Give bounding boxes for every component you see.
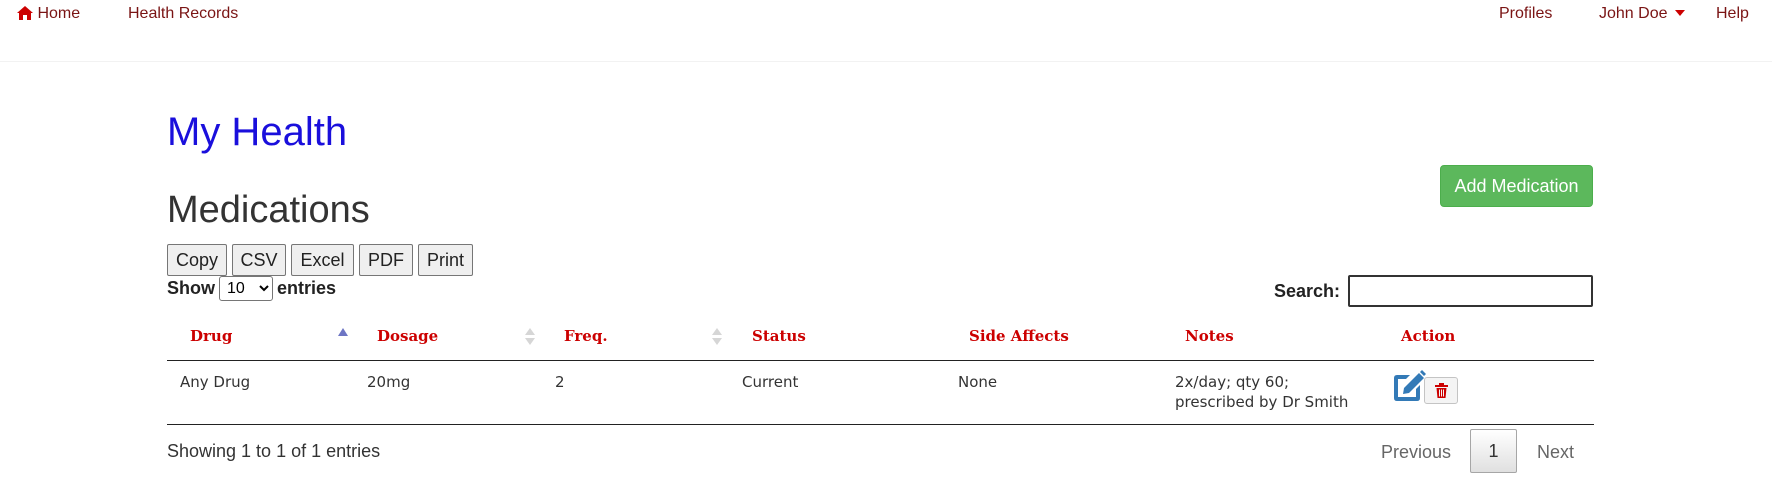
home-icon (17, 6, 33, 20)
excel-button[interactable]: Excel (291, 244, 354, 276)
add-medication-button[interactable]: Add Medication (1440, 165, 1593, 207)
column-header-action: Action (1401, 327, 1456, 345)
column-header-freq[interactable]: Freq. (564, 326, 608, 346)
search-input[interactable] (1348, 275, 1593, 307)
cell-freq: 2 (555, 373, 565, 391)
nav-home-link[interactable]: Home (17, 4, 80, 24)
table-bottom-divider (167, 424, 1594, 425)
copy-button[interactable]: Copy (167, 244, 227, 276)
nav-help-link[interactable]: Help (1716, 4, 1749, 24)
column-header-drug[interactable]: Drug (190, 326, 232, 346)
sort-both-icon[interactable] (525, 328, 535, 346)
cell-drug: Any Drug (180, 373, 251, 391)
page-title: My Health (167, 110, 348, 154)
sort-ascending-icon[interactable] (338, 328, 348, 336)
entries-per-page-select[interactable]: 10 (219, 276, 273, 301)
sort-both-icon[interactable] (712, 328, 722, 346)
cell-side-affects: None (958, 373, 998, 391)
pagination-previous[interactable]: Previous (1381, 441, 1451, 463)
cell-notes-line1: 2x/day; qty 60; (1175, 373, 1290, 391)
caret-down-icon (1674, 10, 1685, 16)
table-header-divider (167, 360, 1594, 361)
section-title: Medications (167, 189, 370, 231)
cell-dosage: 20mg (367, 373, 411, 391)
column-header-dosage[interactable]: Dosage (377, 326, 438, 346)
pagination-next[interactable]: Next (1537, 441, 1574, 463)
top-navbar: Home Health Records Profiles John Doe He… (0, 0, 1772, 62)
trash-icon (1435, 383, 1448, 398)
cell-status: Current (742, 373, 799, 391)
show-label: Show (167, 278, 215, 298)
column-header-notes[interactable]: Notes (1185, 326, 1234, 346)
pdf-button[interactable]: PDF (359, 244, 413, 276)
edit-button[interactable] (1390, 370, 1426, 404)
pagination-page-1[interactable]: 1 (1470, 429, 1517, 473)
user-menu-dropdown[interactable]: John Doe (1599, 4, 1685, 24)
user-name: John Doe (1599, 5, 1668, 22)
nav-profiles-link[interactable]: Profiles (1499, 4, 1552, 24)
column-header-status[interactable]: Status (752, 326, 806, 346)
cell-notes-line2: prescribed by Dr Smith (1175, 393, 1349, 411)
delete-button[interactable] (1424, 377, 1458, 404)
edit-icon (1394, 370, 1426, 401)
column-header-side-affects[interactable]: Side Affects (969, 326, 1069, 346)
entries-label: entries (277, 278, 337, 298)
print-button[interactable]: Print (418, 244, 473, 276)
nav-health-records-link[interactable]: Health Records (128, 4, 238, 24)
table-info: Showing 1 to 1 of 1 entries (167, 441, 381, 461)
csv-button[interactable]: CSV (232, 244, 286, 276)
nav-home-label: Home (37, 5, 81, 22)
search-label: Search: (1274, 281, 1341, 301)
